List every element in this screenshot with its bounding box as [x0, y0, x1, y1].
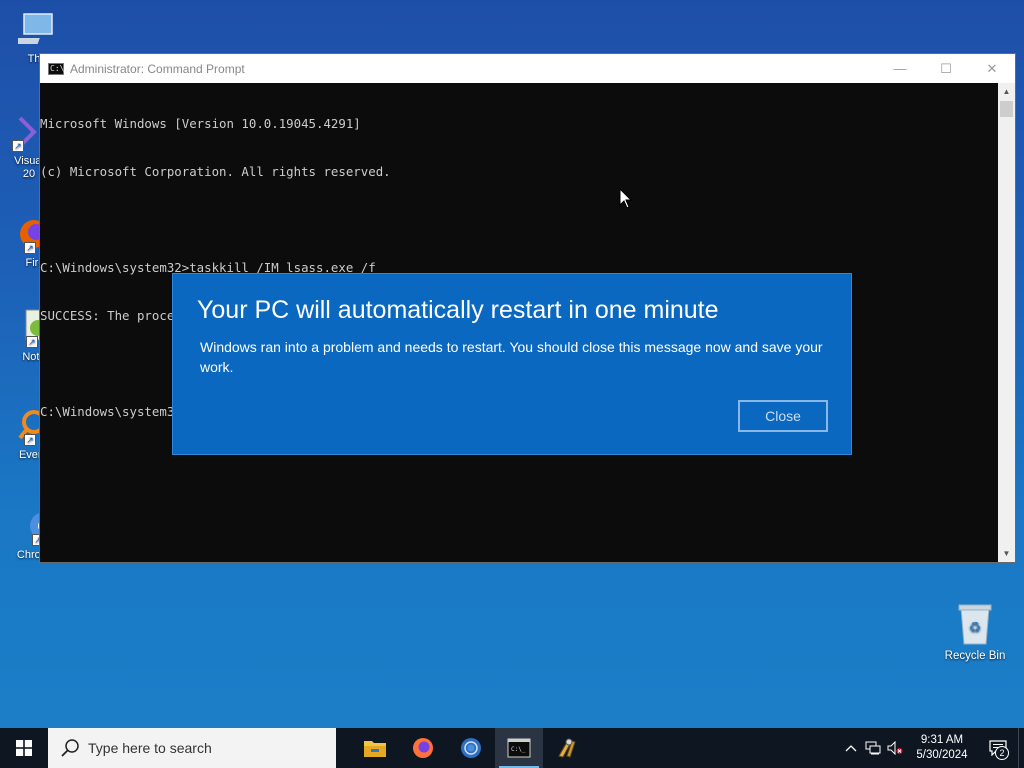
notification-count-badge: 2: [995, 746, 1009, 760]
system-tray: 9:31 AM 5/30/2024 2: [840, 728, 1024, 768]
window-title: Administrator: Command Prompt: [70, 61, 245, 76]
maximize-button[interactable]: ☐: [923, 54, 969, 83]
recycle-bin-label: Recycle Bin: [944, 650, 1006, 662]
scrollbar-thumb[interactable]: [1000, 101, 1013, 117]
start-button[interactable]: [0, 728, 48, 768]
svg-text:C:\_: C:\_: [511, 746, 526, 753]
chromium-icon: [461, 738, 481, 758]
clock-date: 5/30/2024: [916, 749, 968, 761]
windows-logo-icon: [16, 740, 32, 756]
search-icon: [61, 739, 79, 757]
dialog-close-button[interactable]: Close: [738, 400, 828, 432]
minimize-button[interactable]: —: [877, 54, 923, 83]
clock-time: 9:31 AM: [920, 734, 964, 746]
network-icon[interactable]: [862, 728, 884, 768]
mouse-pointer-icon: [619, 188, 633, 209]
taskbar-firefox[interactable]: [399, 728, 447, 768]
search-placeholder: Type here to search: [88, 740, 212, 756]
visual-studio-icon: ↗: [0, 112, 40, 152]
scroll-down-arrow-icon[interactable]: ▼: [998, 545, 1015, 562]
shortcut-arrow-icon: ↗: [26, 336, 38, 348]
console-line: Microsoft Windows [Version 10.0.19045.42…: [40, 116, 361, 131]
taskbar-clock[interactable]: 9:31 AM 5/30/2024: [906, 733, 978, 763]
taskbar-tools-app[interactable]: [543, 728, 591, 768]
console-line: (c) Microsoft Corporation. All rights re…: [40, 164, 391, 179]
desktop-icon-recycle-bin[interactable]: ♻ Recycle Bin: [941, 602, 1009, 662]
tools-icon: [558, 738, 576, 758]
svg-text:♻: ♻: [969, 620, 982, 636]
folder-icon: [364, 741, 386, 757]
volume-muted-icon[interactable]: [884, 728, 906, 768]
computer-icon: [15, 10, 58, 50]
command-prompt-icon: C:\_: [507, 738, 531, 758]
taskbar-command-prompt[interactable]: C:\_: [495, 728, 543, 768]
recycle-bin-icon: ♻: [955, 602, 995, 646]
show-hidden-icons-chevron-icon[interactable]: [840, 728, 862, 768]
firefox-icon: [413, 738, 433, 758]
taskbar-chromium[interactable]: [447, 728, 495, 768]
dialog-heading: Your PC will automatically restart in on…: [197, 296, 719, 324]
window-titlebar[interactable]: C:\ Administrator: Command Prompt — ☐ ✕: [40, 54, 1015, 83]
shortcut-arrow-icon: ↗: [24, 434, 36, 446]
restart-warning-dialog: Your PC will automatically restart in on…: [172, 273, 852, 455]
show-desktop-button[interactable]: [1018, 728, 1024, 768]
scroll-up-arrow-icon[interactable]: ▲: [998, 83, 1015, 100]
close-window-button[interactable]: ✕: [969, 54, 1015, 83]
shortcut-arrow-icon: ↗: [24, 242, 36, 254]
dialog-message: Windows ran into a problem and needs to …: [200, 339, 823, 375]
action-center-button[interactable]: 2: [978, 728, 1018, 768]
taskbar-file-explorer[interactable]: [351, 728, 399, 768]
taskbar-search-box[interactable]: Type here to search: [48, 728, 336, 768]
window-controls: — ☐ ✕: [877, 54, 1015, 83]
vertical-scrollbar[interactable]: ▲ ▼: [998, 83, 1015, 562]
shortcut-arrow-icon: ↗: [12, 140, 24, 152]
taskbar: Type here to search C:\_ 9:31 AM 5/30/20…: [0, 728, 1024, 768]
command-prompt-icon: C:\: [48, 62, 65, 75]
